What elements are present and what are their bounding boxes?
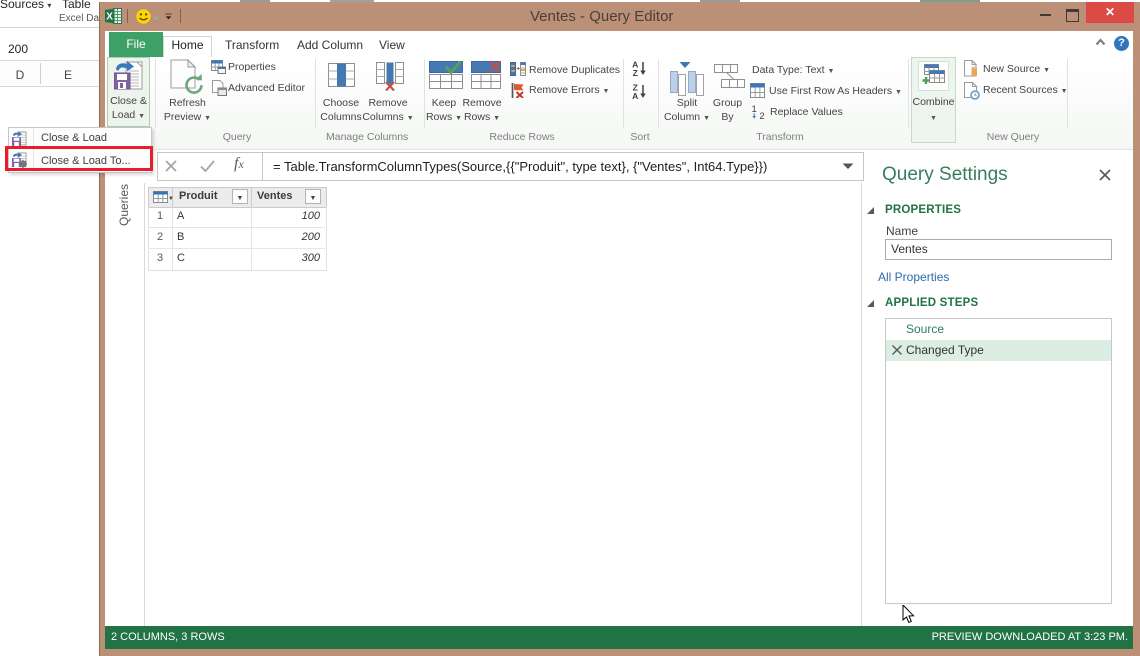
svg-text:2: 2 <box>759 111 764 119</box>
svg-text:A: A <box>632 91 638 100</box>
svg-text:1: 1 <box>752 104 757 115</box>
svg-text:Z: Z <box>633 68 638 77</box>
svg-text:X: X <box>106 12 113 23</box>
